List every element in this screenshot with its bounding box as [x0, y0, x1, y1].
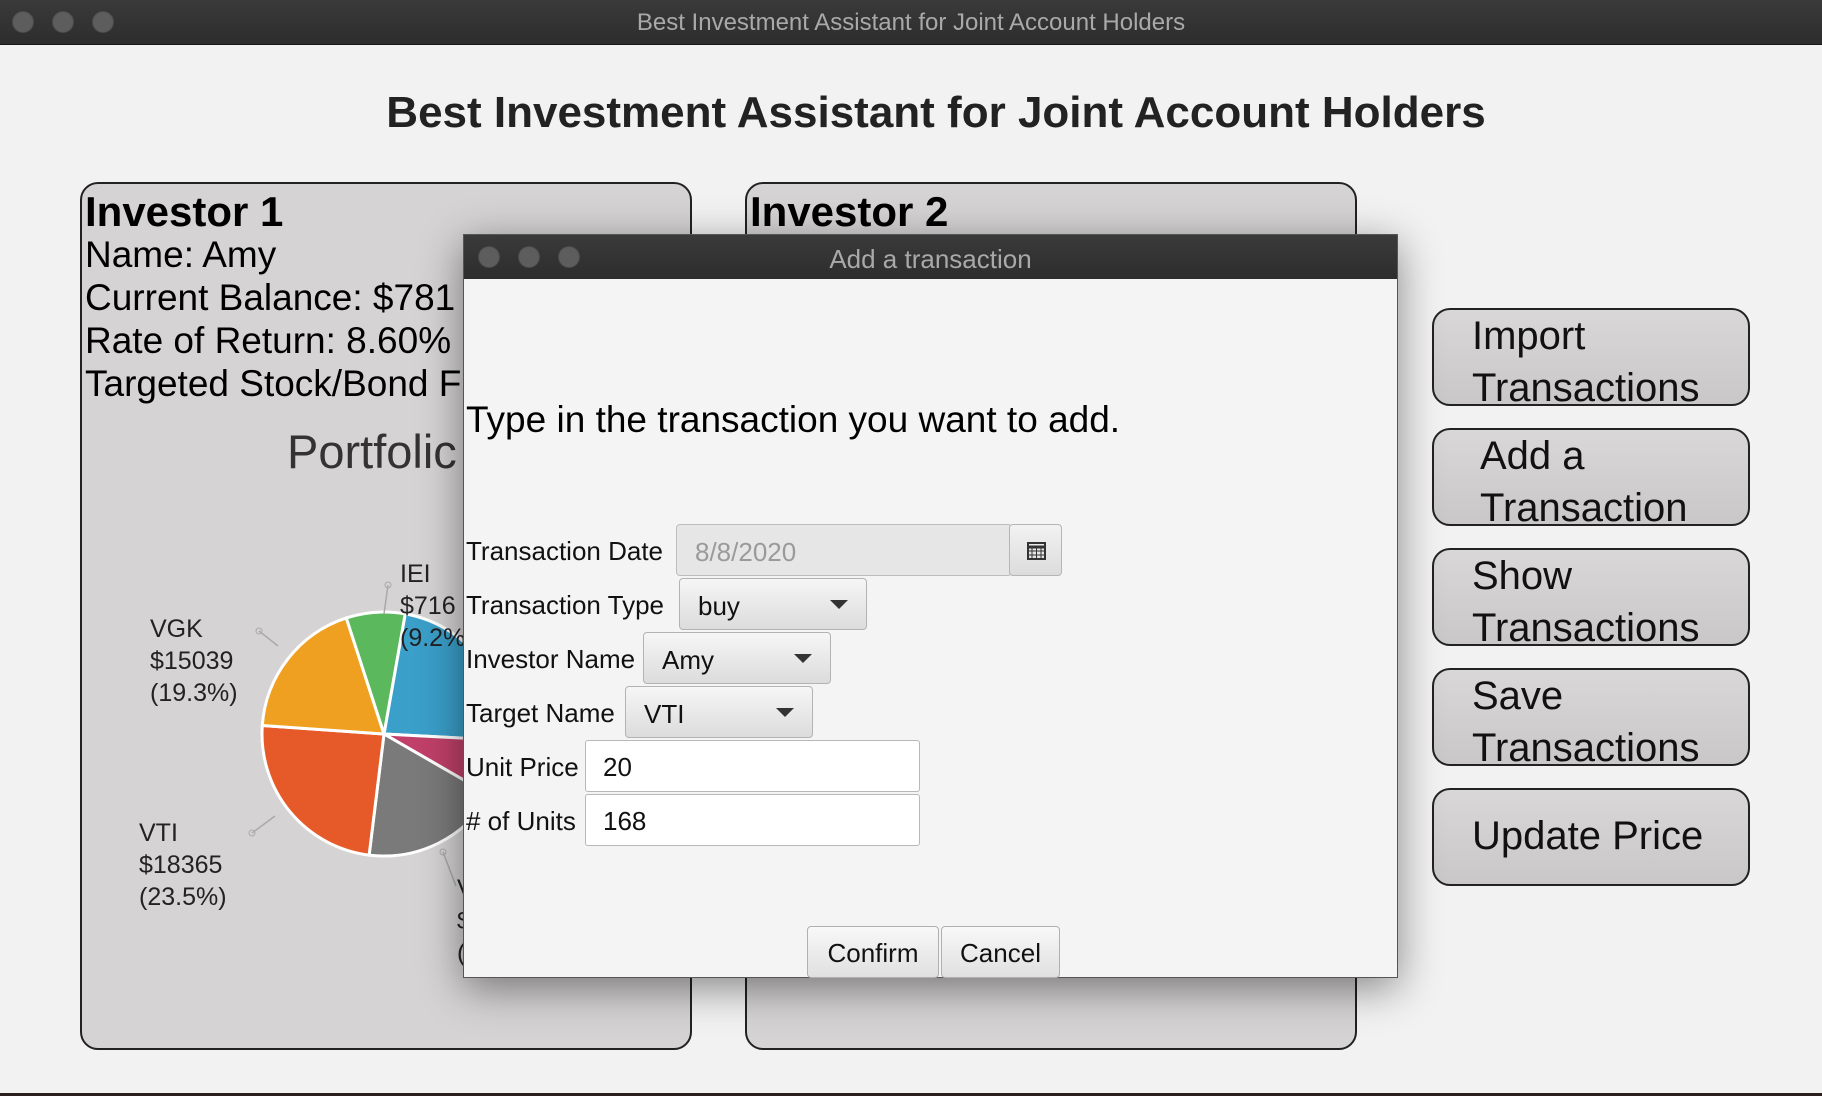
chevron-down-icon [830, 600, 848, 609]
pie-label-iei: IEI $716 (9.2% [400, 558, 465, 654]
dialog-title: Add a transaction [829, 244, 1032, 274]
pie-label-iei-percent: (9.2% [400, 624, 466, 652]
import-transactions-label-2: Transactions [1472, 366, 1700, 410]
pie-label-vgk-value: $15039 [150, 647, 234, 675]
units-label: # of Units [466, 806, 576, 836]
pie-label-vti-name: VTI [139, 819, 178, 847]
pie-leader-line-vti [251, 815, 276, 834]
cancel-button[interactable]: Cancel [941, 926, 1060, 978]
pie-leader-line-iei [383, 584, 389, 615]
investor-name-select[interactable]: Amy [643, 632, 831, 684]
confirm-button[interactable]: Confirm [807, 926, 939, 978]
import-transactions-label-1: Import [1472, 314, 1586, 358]
save-transactions-label-1: Save [1472, 674, 1564, 718]
target-name-label: Target Name [466, 698, 615, 728]
pie-label-vti-value: $18365 [139, 851, 223, 879]
pie-label-vgk-name: VGK [150, 615, 203, 643]
unit-price-label: Unit Price [466, 752, 579, 782]
pie-label-iei-value: $716 [400, 592, 456, 620]
calendar-picker-button[interactable] [1009, 524, 1062, 576]
transaction-date-field[interactable]: 8/8/2020 [676, 524, 1012, 576]
investor2-title: Investor 2 [750, 188, 949, 235]
app-heading: Best Investment Assistant for Joint Acco… [386, 88, 1486, 137]
transaction-type-label: Transaction Type [466, 590, 664, 620]
pie-label-vgk-percent: (19.3%) [150, 679, 238, 707]
chevron-down-icon [776, 708, 794, 717]
chevron-down-icon [794, 654, 812, 663]
window-title: Best Investment Assistant for Joint Acco… [636, 9, 1186, 36]
dialog-titlebar[interactable]: Add a transaction [464, 235, 1397, 279]
transaction-date-value: 8/8/2020 [695, 537, 797, 567]
save-transactions-button[interactable]: Save Transactions [1432, 668, 1750, 770]
save-transactions-label-2: Transactions [1472, 726, 1700, 770]
transaction-date-label: Transaction Date [466, 536, 664, 566]
units-input[interactable]: 168 [585, 794, 920, 846]
investor-name-value: Amy [662, 645, 714, 675]
pie-slice-vti [260, 723, 386, 857]
main-window: Best Investment Assistant for Joint Acco… [0, 0, 1822, 1093]
units-value: 168 [603, 806, 647, 836]
add-transaction-label-2: Transaction [1480, 486, 1688, 530]
import-transactions-button[interactable]: Import Transactions [1432, 308, 1750, 410]
pie-leader-line-v [442, 851, 457, 887]
update-price-button[interactable]: Update Price [1432, 788, 1750, 886]
pie-leader-line-vgk [258, 630, 279, 647]
update-price-label: Update Price [1472, 814, 1704, 858]
target-name-select[interactable]: VTI [625, 686, 813, 738]
transaction-type-value: buy [698, 591, 740, 621]
pie-label-iei-name: IEI [400, 560, 431, 588]
dialog-prompt: Type in the transaction you want to add. [466, 399, 1121, 440]
show-transactions-label-1: Show [1472, 554, 1573, 598]
add-transaction-button[interactable]: Add a Transaction [1432, 428, 1750, 530]
add-transaction-dialog: Add a transaction Type in the transactio… [463, 234, 1398, 978]
investor-name-label: Investor Name [466, 644, 636, 674]
pie-label-vti: VTI $18365 (23.5%) [139, 817, 227, 913]
transaction-type-select[interactable]: buy [679, 578, 867, 630]
unit-price-input[interactable]: 20 [585, 740, 920, 792]
add-transaction-label-1: Add a [1480, 434, 1585, 478]
pie-label-vti-percent: (23.5%) [139, 883, 227, 911]
target-name-value: VTI [644, 699, 685, 729]
show-transactions-button[interactable]: Show Transactions [1432, 548, 1750, 650]
pie-label-vgk: VGK $15039 (19.3%) [150, 613, 238, 709]
calendar-icon [1027, 542, 1046, 560]
unit-price-value: 20 [603, 752, 632, 782]
main-titlebar[interactable]: Best Investment Assistant for Joint Acco… [0, 0, 1822, 45]
show-transactions-label-2: Transactions [1472, 606, 1700, 650]
